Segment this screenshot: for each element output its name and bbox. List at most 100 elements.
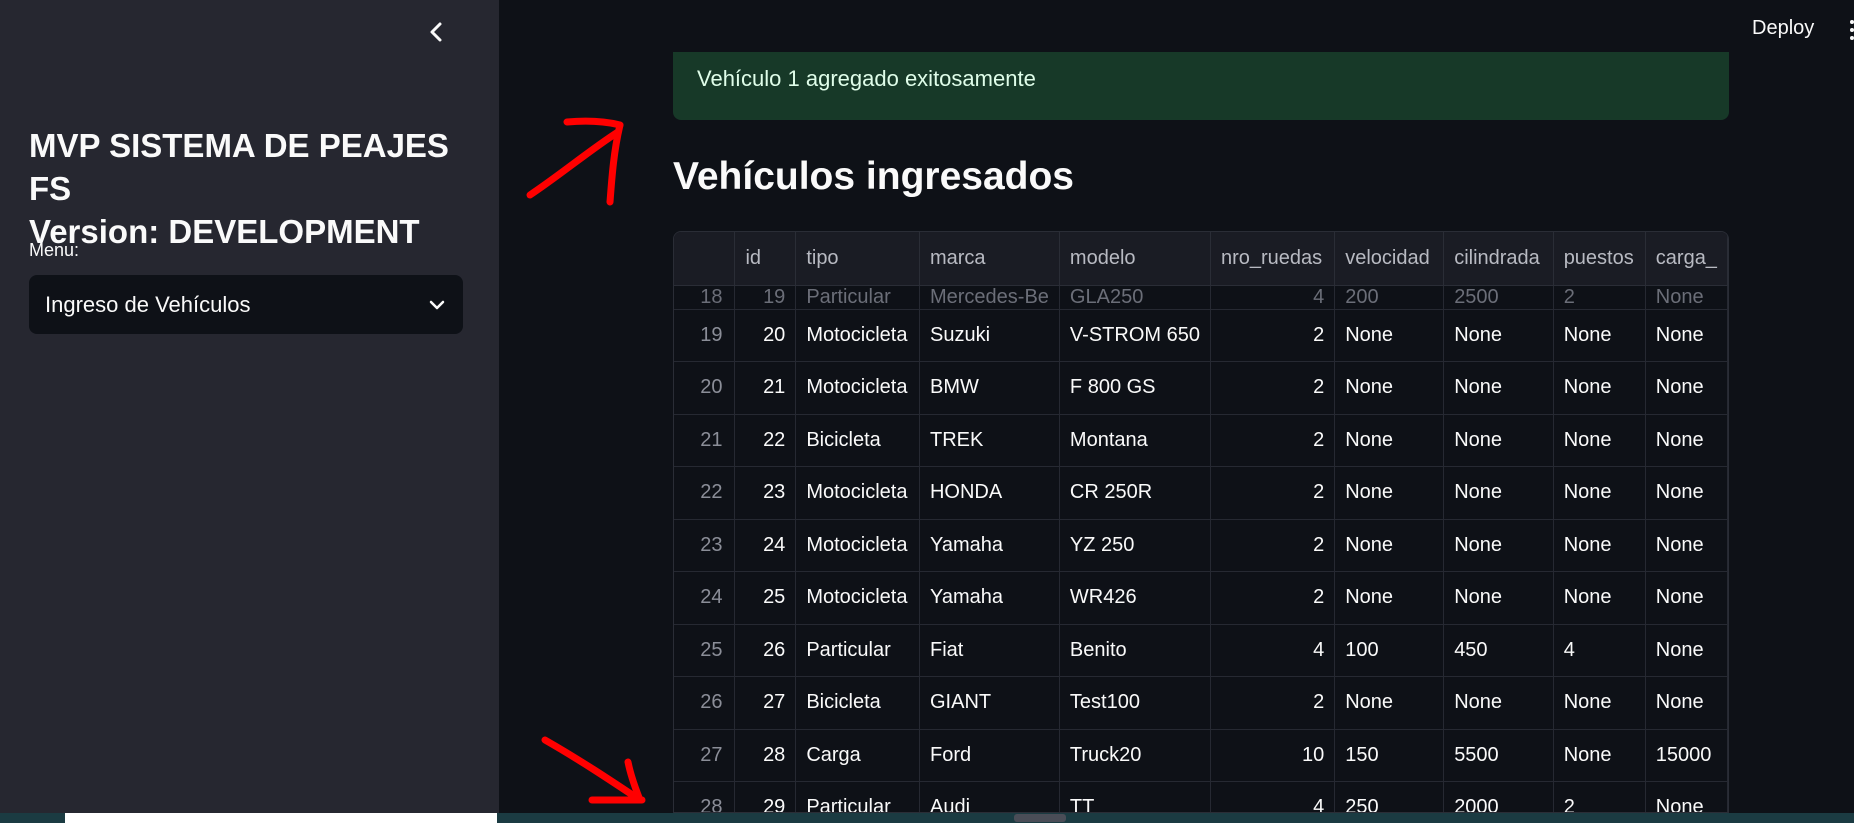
row-index[interactable]: 26 [674,676,736,730]
table-cell[interactable]: 2 [1210,466,1336,520]
table-cell[interactable]: Particular [795,285,920,310]
table-cell[interactable]: None [1334,414,1445,467]
table-cell[interactable]: 2 [1210,309,1336,362]
table-cell[interactable]: None [1443,414,1554,467]
table-cell[interactable]: None [1553,519,1646,572]
column-header[interactable]: puestos [1553,232,1646,286]
column-header[interactable]: marca [919,232,1060,286]
table-cell[interactable]: 2 [1210,676,1336,730]
row-index[interactable]: 28 [674,781,736,812]
table-cell[interactable]: 4 [1553,624,1646,677]
table-cell[interactable]: None [1443,361,1554,415]
table-cell[interactable]: None [1645,624,1728,677]
table-cell[interactable]: TT [1059,781,1211,812]
table-cell[interactable]: 200 [1334,285,1445,310]
table-cell[interactable]: BMW [919,361,1060,415]
table-cell[interactable]: 2 [1210,571,1336,625]
column-header[interactable]: carga_ [1645,232,1728,286]
table-cell[interactable]: 15000 [1645,729,1728,782]
table-cell[interactable]: TREK [919,414,1060,467]
table-cell[interactable]: None [1645,676,1728,730]
table-row[interactable]: 21 22 Bicicleta TREK Montana 2 None None None Non… [674,414,1728,467]
table-cell[interactable]: None [1553,361,1646,415]
row-index[interactable]: 22 [674,466,736,520]
table-cell[interactable]: None [1553,466,1646,520]
table-cell[interactable]: Truck20 [1059,729,1211,782]
table-cell[interactable]: 2 [1553,285,1646,310]
column-header-index[interactable] [674,232,736,286]
table-row[interactable]: 19 20 Motocicleta Suzuki V-STROM 650 2 None Non… [674,309,1728,362]
table-cell[interactable]: Bicicleta [795,676,920,730]
table-row[interactable]: 28 29 Particular Audi TT 4 250 2000 2 None [674,781,1728,812]
row-index[interactable]: 24 [674,571,736,625]
table-cell[interactable]: None [1334,571,1445,625]
table-row[interactable]: 27 28 Carga Ford Truck20 10 150 5500 None 15000 [674,729,1728,782]
column-header[interactable]: cilindrada [1443,232,1554,286]
table-cell[interactable]: None [1553,309,1646,362]
column-header[interactable]: velocidad [1334,232,1445,286]
table-cell[interactable]: None [1645,361,1728,415]
table-cell[interactable]: None [1553,571,1646,625]
column-header[interactable]: modelo [1059,232,1211,286]
table-cell[interactable]: V-STROM 650 [1059,309,1211,362]
table-row[interactable]: 22 23 Motocicleta HONDA CR 250R 2 None None None… [674,466,1728,520]
table-cell[interactable]: None [1443,466,1554,520]
column-header[interactable]: nro_ruedas [1210,232,1336,286]
table-cell[interactable]: 4 [1210,624,1336,677]
horizontal-scrollbar[interactable] [1014,814,1066,822]
table-cell[interactable]: 5500 [1443,729,1554,782]
table-cell[interactable]: 2 [1210,361,1336,415]
table-cell[interactable]: 2000 [1443,781,1554,812]
table-row[interactable]: 20 21 Motocicleta BMW F 800 GS 2 None None None N… [674,361,1728,415]
table-cell[interactable]: None [1553,729,1646,782]
table-cell[interactable]: None [1645,781,1728,812]
table-cell[interactable]: YZ 250 [1059,519,1211,572]
table-cell[interactable]: 4 [1210,285,1336,310]
table-cell[interactable]: 29 [734,781,797,812]
row-index[interactable]: 27 [674,729,736,782]
table-cell[interactable]: Motocicleta [795,466,920,520]
table-cell[interactable]: 2 [1210,414,1336,467]
table-cell[interactable]: 4 [1210,781,1336,812]
table-cell[interactable]: None [1645,466,1728,520]
table-row[interactable]: 24 25 Motocicleta Yamaha WR426 2 None None None N… [674,571,1728,625]
table-cell[interactable]: 2500 [1443,285,1554,310]
table-cell[interactable]: HONDA [919,466,1060,520]
table-row[interactable]: 25 26 Particular Fiat Benito 4 100 450 4 None [674,624,1728,677]
table-cell[interactable]: 19 [734,285,797,310]
table-cell[interactable]: None [1443,309,1554,362]
table-cell[interactable]: None [1553,414,1646,467]
table-cell[interactable]: None [1334,361,1445,415]
table-cell[interactable]: None [1645,571,1728,625]
table-cell[interactable]: GLA250 [1059,285,1211,310]
table-row[interactable]: 23 24 Motocicleta Yamaha YZ 250 2 None None None… [674,519,1728,572]
table-cell[interactable]: Yamaha [919,571,1060,625]
table-cell[interactable]: 450 [1443,624,1554,677]
column-header[interactable]: id [734,232,797,286]
row-index[interactable]: 18 [674,285,736,310]
table-cell[interactable]: Audi [919,781,1060,812]
table-cell[interactable]: Particular [795,624,920,677]
table-cell[interactable]: Motocicleta [795,361,920,415]
table-cell[interactable]: None [1334,309,1445,362]
table-cell[interactable]: Motocicleta [795,309,920,362]
table-cell[interactable]: Motocicleta [795,571,920,625]
table-cell[interactable]: 10 [1210,729,1336,782]
table-cell[interactable]: 150 [1334,729,1445,782]
table-cell[interactable]: 100 [1334,624,1445,677]
table-cell[interactable]: 23 [734,466,797,520]
table-cell[interactable]: Montana [1059,414,1211,467]
table-cell[interactable]: 26 [734,624,797,677]
table-cell[interactable]: Mercedes-Be [919,285,1060,310]
table-cell[interactable]: None [1645,414,1728,467]
table-cell[interactable]: Fiat [919,624,1060,677]
table-cell[interactable]: 250 [1334,781,1445,812]
table-cell[interactable]: Suzuki [919,309,1060,362]
table-cell[interactable]: Carga [795,729,920,782]
table-cell[interactable]: WR426 [1059,571,1211,625]
table-cell[interactable]: None [1645,285,1728,310]
table-cell[interactable]: 27 [734,676,797,730]
row-index[interactable]: 21 [674,414,736,467]
table-cell[interactable]: None [1334,466,1445,520]
column-header[interactable]: tipo [795,232,920,286]
